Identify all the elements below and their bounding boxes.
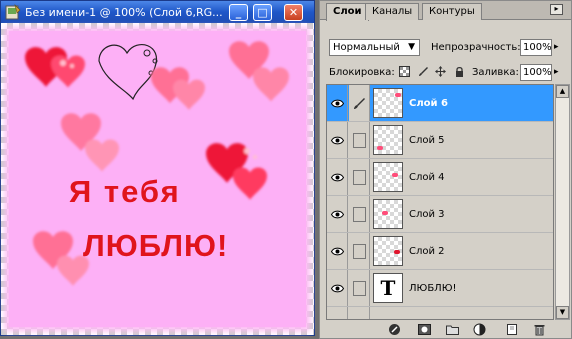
lock-transparent-icon[interactable] bbox=[398, 66, 411, 79]
menu-arrow-icon: ▸ bbox=[554, 4, 559, 13]
heart-pink-1 bbox=[151, 67, 205, 110]
layer-row[interactable]: Слой 3 bbox=[327, 196, 553, 233]
fill-field[interactable]: 100% bbox=[520, 64, 552, 81]
visibility-eye-icon[interactable] bbox=[327, 122, 348, 158]
visibility-eye-icon[interactable] bbox=[327, 196, 348, 232]
chevron-down-icon: ▼ bbox=[408, 42, 415, 52]
layer-name[interactable]: Слой 2 bbox=[409, 246, 445, 257]
photoshop-document-icon bbox=[5, 4, 21, 20]
fill-label: Заливка: bbox=[472, 67, 519, 78]
lock-label: Блокировка: bbox=[329, 67, 395, 78]
layer-row[interactable]: Слой 6 bbox=[327, 85, 553, 122]
brush-icon[interactable] bbox=[349, 85, 370, 121]
layers-list: Слой 6 Слой 5 Слой 4 Слой 3 Слой 2 T ЛЮБ… bbox=[326, 84, 554, 320]
layer-row-partial[interactable] bbox=[327, 307, 553, 319]
layer-link-box[interactable] bbox=[349, 233, 370, 269]
layer-name[interactable]: ЛЮБЛЮ! bbox=[409, 283, 457, 294]
lock-row: Блокировка: Заливка: 100% ▸ bbox=[320, 63, 571, 83]
layer-link-box[interactable] bbox=[349, 307, 370, 319]
visibility-eye-icon[interactable] bbox=[327, 85, 348, 121]
delete-layer-icon[interactable] bbox=[533, 323, 546, 336]
lock-all-icon[interactable] bbox=[453, 66, 466, 79]
lock-move-icon[interactable] bbox=[434, 66, 447, 79]
opacity-label: Непрозрачность: bbox=[431, 42, 521, 53]
layer-thumbnail bbox=[373, 236, 403, 266]
layer-link-box[interactable] bbox=[349, 122, 370, 158]
layer-row[interactable]: Слой 4 bbox=[327, 159, 553, 196]
document-title: Без имени-1 @ 100% (Слой 6,RG... bbox=[25, 5, 223, 19]
layer-row[interactable]: Слой 5 bbox=[327, 122, 553, 159]
blend-mode-value: Нормальный bbox=[333, 42, 400, 53]
heart-pink-2 bbox=[229, 41, 289, 102]
canvas-text-line1: Я тебя bbox=[69, 174, 181, 209]
lock-brush-icon[interactable] bbox=[417, 66, 430, 79]
layer-name[interactable]: Слой 6 bbox=[409, 98, 448, 109]
opacity-slider-arrow-icon[interactable]: ▸ bbox=[554, 42, 559, 52]
minimize-icon: _ bbox=[235, 6, 242, 19]
tab-channels[interactable]: Каналы bbox=[365, 3, 420, 20]
document-window: Без имени-1 @ 100% (Слой 6,RG... _ □ ✕ Я… bbox=[0, 0, 315, 336]
layers-palette: Слои Каналы Контуры ▸ Нормальный ▼ Непро… bbox=[319, 0, 572, 339]
canvas-area[interactable]: Я тебя ЛЮБЛЮ! bbox=[1, 23, 314, 335]
new-layer-icon[interactable] bbox=[505, 323, 518, 336]
new-group-icon[interactable] bbox=[446, 323, 459, 336]
layer-link-box[interactable] bbox=[349, 270, 370, 306]
heart-outline bbox=[98, 44, 158, 101]
scroll-up-arrow-icon[interactable]: ▲ bbox=[556, 85, 569, 98]
layers-scrollbar[interactable]: ▲ ▼ bbox=[555, 84, 570, 320]
visibility-eye-icon[interactable] bbox=[327, 233, 348, 269]
layer-mask-icon[interactable] bbox=[418, 323, 431, 336]
layer-name[interactable]: Слой 5 bbox=[409, 135, 445, 146]
palette-menu-button[interactable]: ▸ bbox=[550, 4, 563, 15]
layer-style-icon[interactable] bbox=[388, 323, 401, 336]
layer-thumbnail bbox=[373, 125, 403, 155]
palette-bottom-bar bbox=[320, 321, 571, 338]
fill-slider-arrow-icon[interactable]: ▸ bbox=[554, 67, 559, 77]
close-button[interactable]: ✕ bbox=[284, 4, 303, 21]
layer-thumbnail bbox=[373, 199, 403, 229]
layer-thumbnail bbox=[373, 162, 403, 192]
tab-paths[interactable]: Контуры bbox=[422, 3, 482, 20]
heart-red-1 bbox=[25, 47, 85, 88]
opacity-field[interactable]: 100% bbox=[520, 39, 552, 56]
text-layer-icon: T bbox=[373, 273, 403, 303]
heart-pink-3 bbox=[61, 113, 119, 172]
layer-name[interactable]: Слой 3 bbox=[409, 209, 445, 220]
layer-row[interactable]: T ЛЮБЛЮ! bbox=[327, 270, 553, 307]
visibility-eye-icon[interactable] bbox=[327, 159, 348, 195]
close-icon: ✕ bbox=[288, 6, 299, 19]
blend-mode-select[interactable]: Нормальный ▼ bbox=[329, 39, 420, 56]
layer-name[interactable]: Слой 4 bbox=[409, 172, 445, 183]
document-title-bar[interactable]: Без имени-1 @ 100% (Слой 6,RG... _ □ ✕ bbox=[1, 1, 314, 23]
visibility-eye-icon[interactable] bbox=[327, 270, 348, 306]
maximize-button[interactable]: □ bbox=[253, 4, 272, 21]
canvas-text-line2: ЛЮБЛЮ! bbox=[83, 228, 229, 263]
minimize-button[interactable]: _ bbox=[229, 4, 248, 21]
maximize-icon: □ bbox=[257, 6, 268, 19]
palette-tabs: Слои Каналы Контуры ▸ bbox=[320, 1, 571, 21]
layer-thumbnail bbox=[373, 88, 403, 118]
tab-layers[interactable]: Слои bbox=[326, 3, 369, 21]
heart-red-2 bbox=[206, 143, 267, 200]
layer-link-box[interactable] bbox=[349, 196, 370, 232]
photoshop-workspace: Без имени-1 @ 100% (Слой 6,RG... _ □ ✕ Я… bbox=[0, 0, 572, 339]
scroll-down-arrow-icon[interactable]: ▼ bbox=[556, 306, 569, 319]
visibility-cell[interactable] bbox=[327, 307, 348, 319]
layer-row[interactable]: Слой 2 bbox=[327, 233, 553, 270]
heart-pink-4 bbox=[33, 231, 89, 286]
layer-link-box[interactable] bbox=[349, 159, 370, 195]
adjustment-layer-icon[interactable] bbox=[473, 323, 486, 336]
blend-row: Нормальный ▼ Непрозрачность: 100% ▸ bbox=[320, 37, 571, 59]
